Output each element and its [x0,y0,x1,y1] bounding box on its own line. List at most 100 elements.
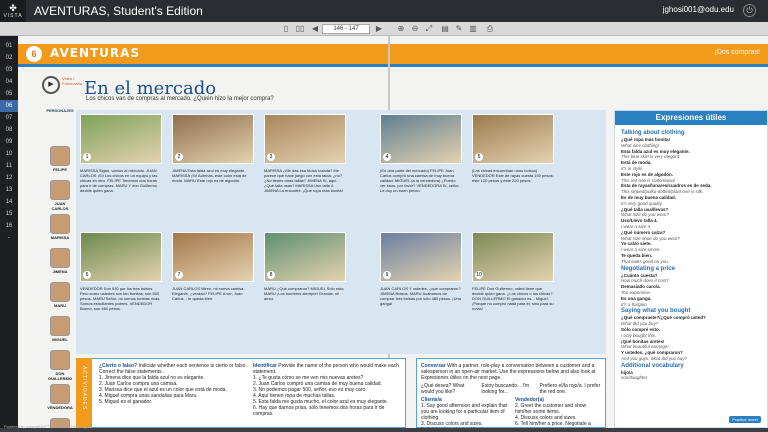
character-portrait [50,384,70,404]
lesson-tag: ¡Dos compras! [714,49,760,56]
character: MARU [46,282,74,308]
expresiones-sidebar: Expresiones útiles Talking about clothin… [614,110,768,428]
story-photo: 10 [472,232,554,282]
activity-1: ¿Cierto o falso? Indicate whether each s… [99,363,249,405]
characters-title: PERSONAJES [46,108,74,113]
rail-item-15[interactable]: 15 [0,208,18,220]
activity-2: Identificar Provide the name of the pers… [253,363,403,417]
photo-number: 1 [83,153,91,161]
character-portrait [50,248,70,268]
lesson-banner: 6 AVENTURAS ¡Dos compras! [18,44,768,64]
next-page-icon[interactable]: ▶ [374,24,384,34]
video-label: Video / Fotonovela [62,76,82,86]
logo-mark: ✤ [9,2,17,13]
photo-caption: MARISSA Sigan, vamos al mercado. JUAN CA… [80,168,158,193]
print-icon[interactable]: ⎙ [484,24,496,34]
footer-bar [0,428,768,432]
vista-logo: ✤ VISTA [0,0,26,22]
character-portrait [50,214,70,234]
photo-caption: JIMENA Esta falda azul es muy elegante. … [172,168,247,183]
notes-icon[interactable]: ▤ [440,24,450,34]
character-name: VENDEDORA [47,405,73,410]
photo-number: 8 [267,271,275,279]
zoom-in-icon[interactable]: ⊕ [396,24,406,34]
rail-item-06[interactable]: 06 [0,100,18,112]
app-window: ✤ VISTA AVENTURAS, Student's Edition jgh… [0,0,768,432]
rail-item-09[interactable]: 09 [0,136,18,148]
character-name: MARU [54,303,66,308]
prev-page-icon[interactable]: ◀ [310,24,320,34]
fit-page-icon[interactable]: ⤢ [424,24,434,34]
activities-box: ¿Cierto o falso? Indicate whether each s… [76,358,406,428]
story-photo: 2 [172,114,254,164]
character: JUAN CARLOS [46,180,74,211]
phrase-box: Prefiero el/la rojo/a. I prefer the red … [539,383,601,395]
photo-caption: FELIPE Don Guillermo, usted tiene que de… [472,286,554,311]
character-portrait [50,180,70,200]
character: DON GUILLERMO [46,350,74,381]
rail-item-12[interactable]: 12 [0,172,18,184]
photo-caption: JUAN CARLOS Miren, mi nueva camisa. Eleg… [172,286,245,301]
rail-item-13[interactable]: 13 [0,184,18,196]
rail-item-01[interactable]: 01 [0,40,18,52]
rail-item-11[interactable]: 11 [0,160,18,172]
rail-item-05[interactable]: 05 [0,88,18,100]
lesson-name: AVENTURAS [50,46,141,60]
rail-item-02[interactable]: 02 [0,52,18,64]
sidebar-section-heading: Saying what you bought [621,308,691,315]
rail-item-04[interactable]: 04 [0,76,18,88]
expression-english: son/daughter [621,375,648,381]
double-page-icon[interactable]: ▯▯ [294,24,306,34]
rail-item-10[interactable]: 10 [0,148,18,160]
viewer-toolbar: ▯ ▯▯ ◀ 146 - 147 ▶ ⊕ ⊖ ⤢ ▤ ✎ ▥ ⎙ [0,22,768,36]
rail-item-08[interactable]: 08 [0,124,18,136]
photo-caption: (En otra parte del mercado) FELIPE Juan … [380,168,460,193]
lesson-number: 6 [26,46,42,62]
sidebar-title: Expresiones útiles [615,111,767,125]
rail-item-16[interactable]: 16 [0,220,18,232]
title-bar: ✤ VISTA AVENTURAS, Student's Edition jgh… [0,0,768,22]
photo-number: 5 [475,153,483,161]
textbook-spread: 6 AVENTURAS ¡Dos compras! ▶ Video / Foto… [18,36,768,432]
practice-badge[interactable]: Practice more! [729,416,761,423]
photo-number: 2 [175,153,183,161]
story-photo: 5 [472,114,554,164]
photo-caption: MARISSA ¿Me das esa blusa rosada? Me par… [264,168,343,193]
rail-item-07[interactable]: 07 [0,112,18,124]
comment-icon[interactable]: ✎ [454,24,464,34]
rail-item-03[interactable]: 03 [0,64,18,76]
power-icon[interactable]: ⏻ [743,4,756,17]
rail-item-14[interactable]: 14 [0,196,18,208]
sidebar-body: Talking about clothing ¿Qué ropa más boni… [615,125,767,385]
activities-tab: ACTIVIDADES [76,358,92,428]
footer-text: Powered by compelDLE™, Camaro Technologi… [4,424,92,429]
rail-item--[interactable]: - [0,232,18,244]
activity-3-text: With a partner, role-play a conversation… [421,363,596,381]
activity-item: 5. Miguel es el ganador. [99,399,153,405]
page-number-input[interactable]: 146 - 147 [322,24,370,34]
character: MARISSA [46,214,74,240]
user-email[interactable]: jghosi001@odu.edu [663,5,734,14]
photo-number: 7 [175,271,183,279]
character: JIMENA [46,248,74,274]
lesson-rail: 01 02 03 04 05 06 07 08 09 10 11 12 13 14 15 16- [0,36,18,432]
story-photo: 3 [264,114,346,164]
character-name: MARISSA [50,235,70,240]
story-photo: 7 [172,232,254,282]
character: VENDEDORA [46,384,74,410]
cliente-item: 1. Say good afternoon and explain that y… [421,403,507,421]
bookmark-icon[interactable]: ▥ [468,24,478,34]
photo-number: 6 [83,271,91,279]
zoom-out-icon[interactable]: ⊖ [410,24,420,34]
photo-caption: MARU ¿Qué compraron? MIGUEL Sólo esto. M… [264,286,345,301]
character: MIGUEL [46,316,74,342]
activity-3: Conversar With a partner, role-play a co… [421,363,603,432]
character-name: FELIPE [52,167,67,172]
photo-number: 10 [475,271,483,279]
activity-item: 6. Hay que darnos prisa, sólo tenemos do… [253,405,385,417]
photo-caption: (Las chicas encuentran unos bolsos) VEND… [472,168,554,183]
photo-caption: VENDEDOR Son 530 por los tres bolsos. Pe… [80,286,161,311]
video-icon[interactable]: ▶ [42,76,60,94]
character-name: DON GUILLERMO [48,371,72,381]
single-page-icon[interactable]: ▯ [280,24,292,34]
